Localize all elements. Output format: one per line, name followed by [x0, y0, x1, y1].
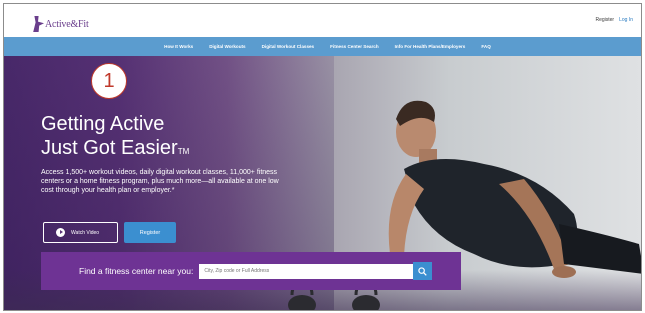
- watch-video-button[interactable]: Watch Video: [43, 222, 118, 243]
- nav-item-how-it-works[interactable]: How It Works: [164, 44, 193, 49]
- location-search-input[interactable]: [199, 263, 414, 279]
- search-button[interactable]: [413, 262, 433, 280]
- nav-item-digital-workout-classes[interactable]: Digital Workout Classes: [262, 44, 315, 49]
- register-button[interactable]: Register: [124, 222, 176, 243]
- logo[interactable]: Active&Fit: [32, 10, 89, 32]
- search-icon: [418, 266, 428, 276]
- trademark-mark: TM: [177, 147, 190, 156]
- play-icon: [56, 228, 65, 237]
- hero-headline: Getting Active Just Got EasierTM: [41, 112, 189, 164]
- main-nav: How It Works Digital Workouts Digital Wo…: [4, 37, 641, 56]
- annotation-marker: 1: [91, 63, 127, 99]
- login-link[interactable]: Log In: [619, 17, 633, 23]
- top-bar: Active&Fit Register Log In: [4, 4, 641, 37]
- nav-item-digital-workouts[interactable]: Digital Workouts: [209, 44, 245, 49]
- nav-item-fitness-center-search[interactable]: Fitness Center Search: [330, 44, 379, 49]
- hero-banner: 1 Getting Active Just Got EasierTM Acces…: [4, 56, 641, 310]
- hero-description: Access 1,500+ workout videos, daily digi…: [41, 169, 279, 194]
- headline-line-1: Getting Active: [41, 113, 165, 135]
- nav-item-health-plans-employers[interactable]: Info For Health Plans/Employers: [395, 44, 466, 49]
- watch-video-label: Watch Video: [71, 229, 100, 236]
- logo-text: Active&Fit: [45, 19, 89, 30]
- headline-line-2: Just Got Easier: [41, 137, 178, 159]
- fitness-center-finder: Find a fitness center near you:: [41, 252, 461, 290]
- register-link[interactable]: Register: [595, 17, 614, 23]
- nav-item-faq[interactable]: FAQ: [481, 44, 490, 49]
- browser-frame: Active&Fit Register Log In How It Works …: [3, 3, 642, 311]
- finder-label: Find a fitness center near you:: [79, 266, 194, 276]
- logo-figure-icon: [32, 16, 44, 32]
- auth-links: Register Log In: [595, 17, 633, 23]
